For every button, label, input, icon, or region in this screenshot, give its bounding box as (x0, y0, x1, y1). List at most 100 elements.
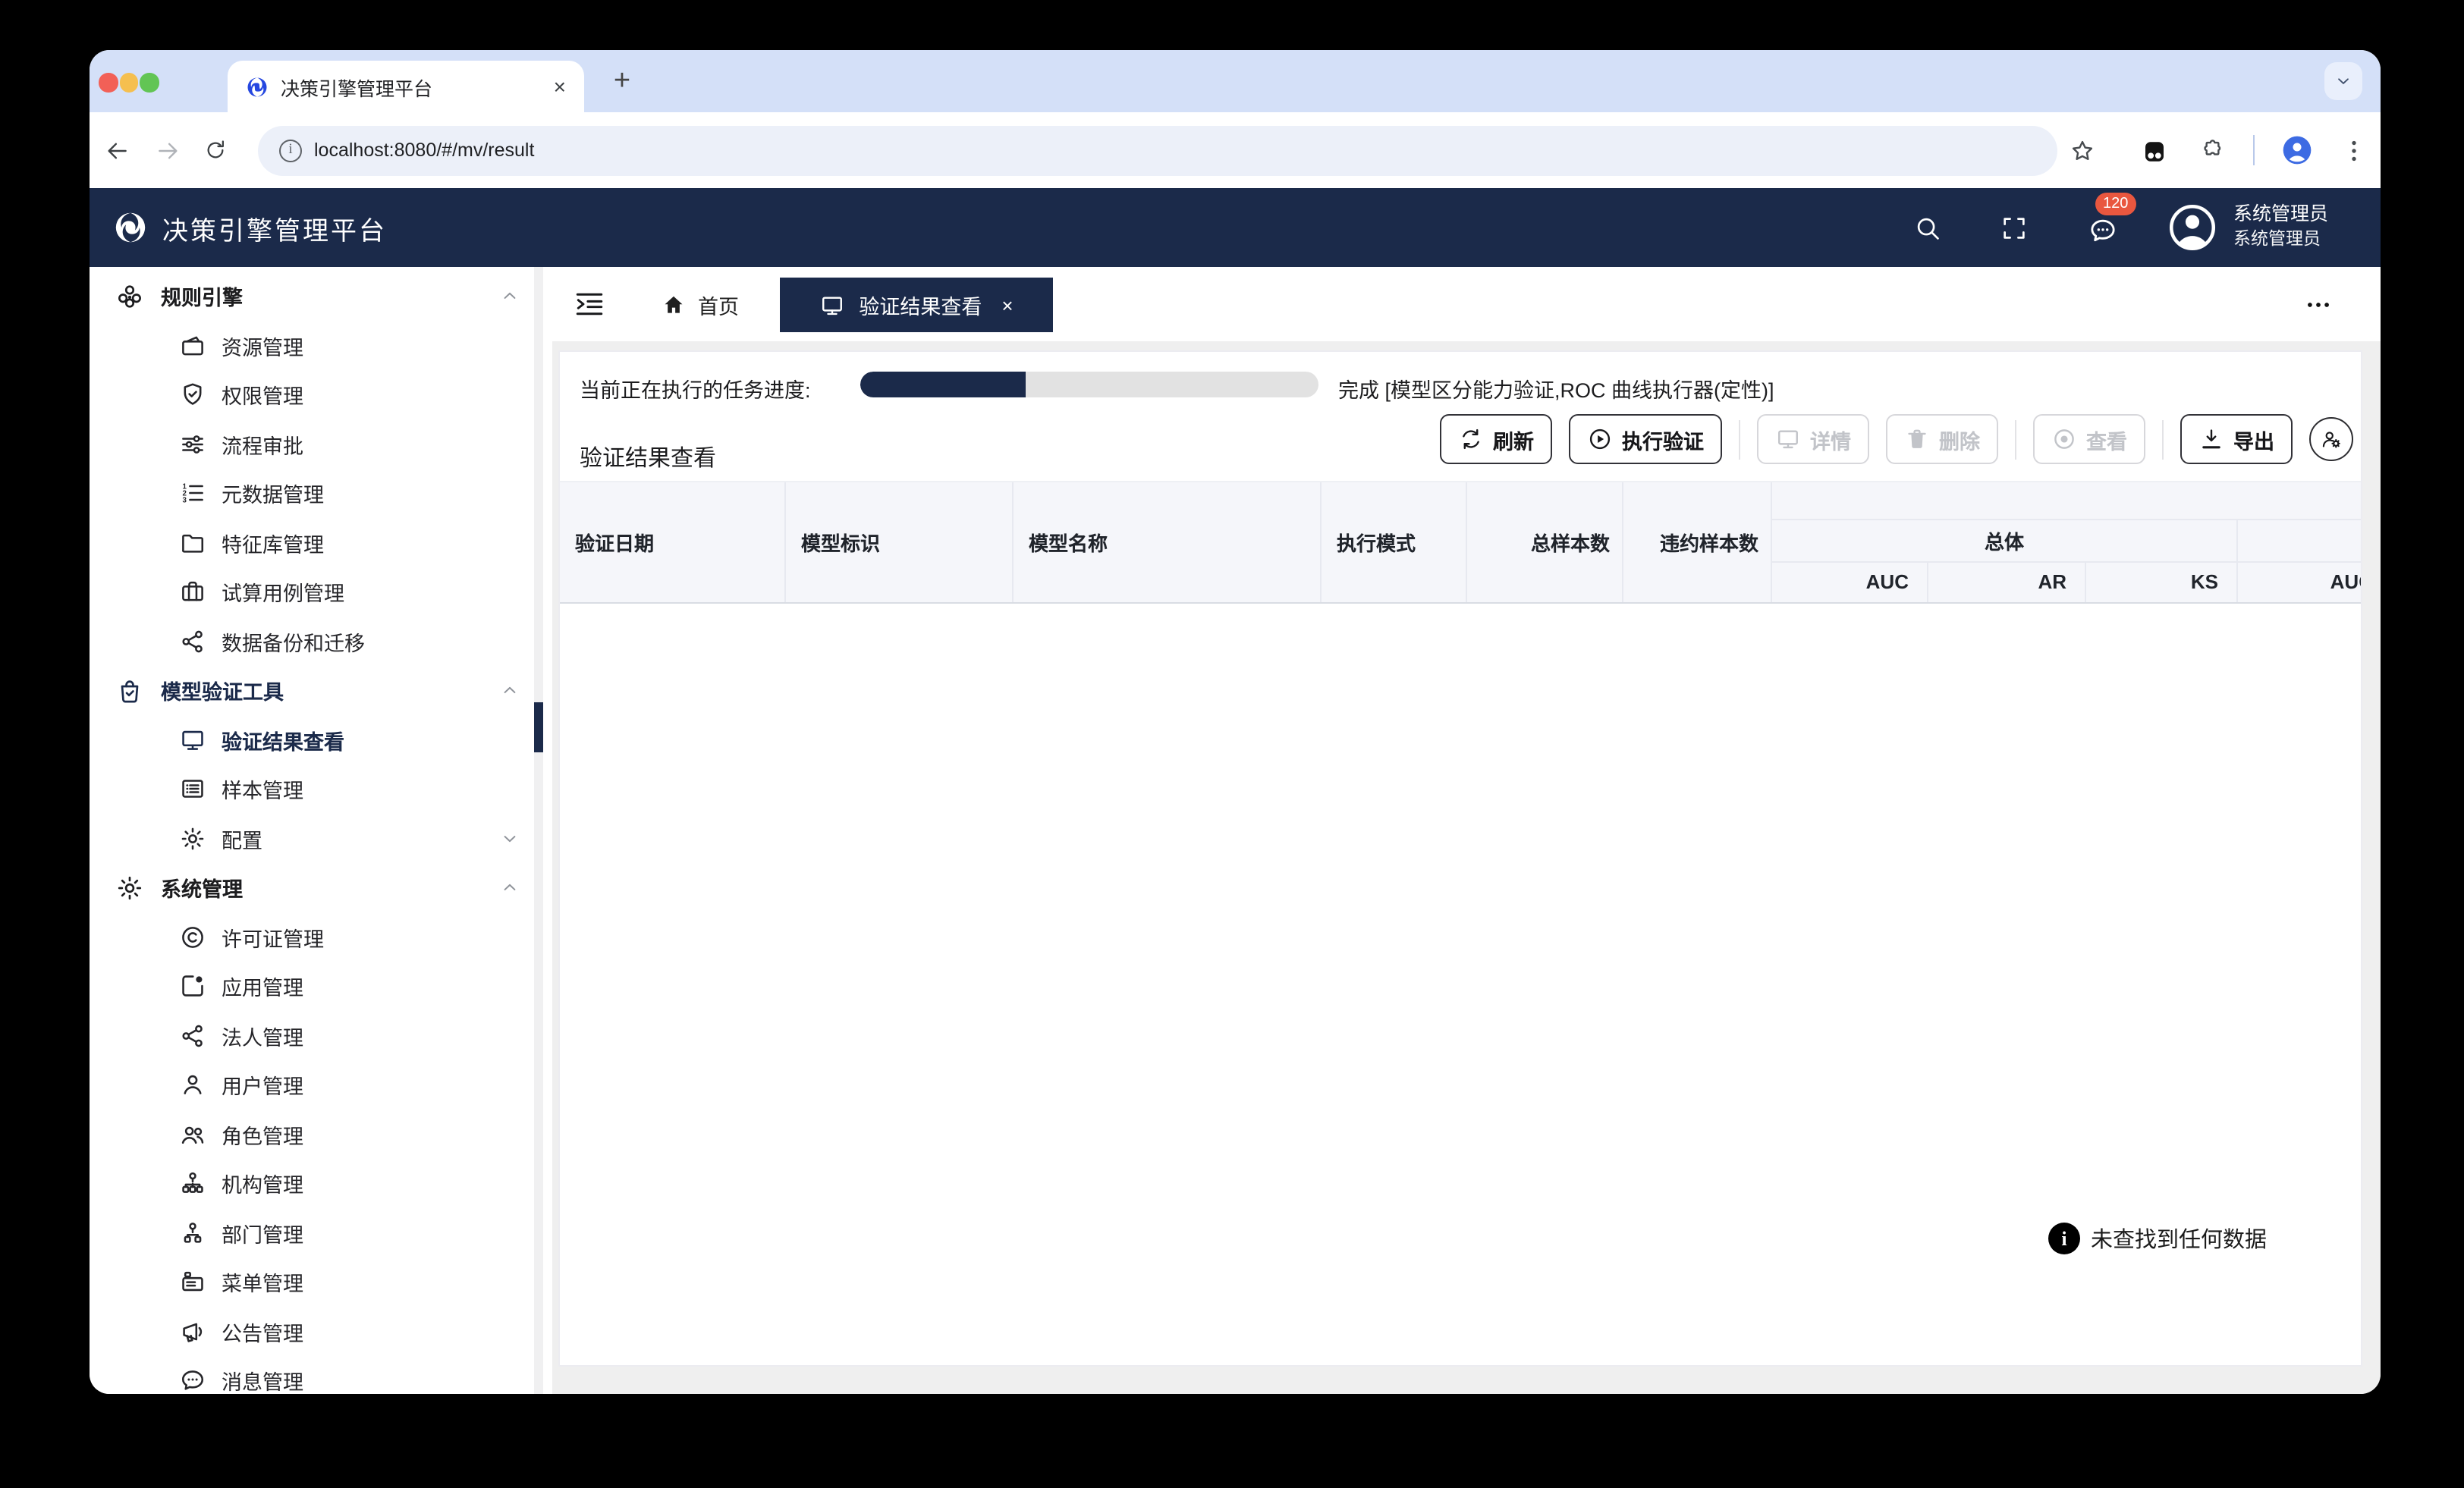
user-icon (179, 1072, 206, 1099)
sidebar-item[interactable]: 试算用例管理 (90, 567, 552, 617)
toolbar-button[interactable]: 删除 (1886, 414, 1998, 464)
toolbar-button[interactable]: 查看 (2033, 414, 2145, 464)
sidebar-item[interactable]: 特征库管理 (90, 518, 552, 567)
tab-close-icon[interactable]: × (1001, 294, 1013, 316)
sidebar-item[interactable]: 应用管理 (90, 962, 552, 1011)
toolbar-button[interactable]: 执行验证 (1569, 414, 1722, 464)
chevron-up-icon[interactable] (499, 680, 520, 702)
play-icon (1587, 426, 1613, 452)
tab-search-button[interactable] (2324, 62, 2362, 100)
fullscreen-icon[interactable] (2000, 213, 2029, 242)
browser-menu-kebab-icon[interactable] (2341, 137, 2367, 163)
bookmark-star-icon[interactable] (2070, 137, 2095, 163)
sidebar-item[interactable]: 角色管理 (90, 1110, 552, 1159)
chevron-up-icon[interactable] (499, 286, 520, 307)
sidebar-collapse-icon[interactable] (574, 288, 605, 320)
monitor-icon (819, 292, 845, 318)
sidebar-item[interactable]: 样本管理 (90, 764, 552, 814)
sidebar-item[interactable]: 数据备份和迁移 (90, 617, 552, 666)
user-avatar[interactable] (2167, 202, 2218, 253)
tab-active[interactable]: 验证结果查看 × (780, 278, 1053, 332)
tab-home-label: 首页 (698, 290, 739, 320)
sidebar-item-label: 消息管理 (222, 1366, 303, 1395)
sidebar-item[interactable]: 部门管理 (90, 1208, 552, 1257)
sidebar-group-item[interactable]: 规则引擎 (90, 272, 552, 321)
cluster-icon (115, 282, 144, 311)
sidebar-item[interactable]: 法人管理 (90, 1011, 552, 1060)
share-icon (179, 628, 206, 655)
sidebar-item[interactable]: 许可证管理 (90, 912, 552, 962)
sidebar-item[interactable]: 123元数据管理 (90, 469, 552, 518)
search-icon[interactable] (1913, 213, 1942, 242)
column-settings-button[interactable] (2309, 417, 2353, 461)
sidebar-item[interactable]: 消息管理 (90, 1356, 552, 1394)
share-icon (179, 1022, 206, 1050)
traffic-minimize-button[interactable] (119, 73, 138, 92)
user-info[interactable]: 系统管理员 系统管理员 (2233, 202, 2328, 253)
site-info-icon[interactable]: i (279, 139, 302, 162)
sidebar-scrollbar-track[interactable] (533, 267, 543, 1394)
toolbar-button-label: 查看 (2086, 424, 2127, 454)
ordered-list-icon: 123 (179, 480, 206, 507)
chevron-up-icon[interactable] (499, 877, 520, 899)
sidebar-group-item[interactable]: 模型验证工具 (90, 666, 552, 715)
tab-overflow-kebab-icon[interactable] (2305, 291, 2332, 319)
progress-fill (860, 372, 1025, 397)
sidebar-group-label: 系统管理 (161, 873, 243, 903)
message-count-badge: 120 (2095, 193, 2136, 215)
devtools-extension-icon[interactable] (2141, 137, 2168, 165)
toolbar-button-label: 删除 (1939, 424, 1980, 454)
sidebar-item-label: 机构管理 (222, 1169, 303, 1199)
chevron-down-icon[interactable] (499, 828, 520, 849)
home-icon (662, 293, 686, 317)
progress-bar (860, 372, 1318, 397)
reload-button[interactable] (203, 137, 228, 162)
sidebar-item[interactable]: 菜单管理 (90, 1257, 552, 1307)
url-text: localhost:8080/#/mv/result (314, 140, 534, 161)
messages-icon[interactable] (2088, 215, 2118, 246)
sidebar-group-item[interactable]: 系统管理 (90, 863, 552, 912)
browser-profile-avatar[interactable] (2280, 133, 2314, 167)
traffic-close-button[interactable] (99, 73, 118, 92)
sidebar-scrollbar-thumb[interactable] (533, 702, 543, 752)
sidebar-item[interactable]: 验证结果查看 (90, 715, 552, 764)
main-content: 当前正在执行的任务进度: 完成 [模型区分能力验证,ROC 曲线执行器(定性)]… (552, 341, 2381, 1394)
app-title: 决策引擎管理平台 (162, 209, 387, 247)
export-button[interactable]: 导出 (2180, 414, 2293, 464)
sidebar-item[interactable]: 公告管理 (90, 1307, 552, 1356)
extensions-puzzle-icon[interactable] (2200, 137, 2226, 163)
sidebar-item[interactable]: 权限管理 (90, 370, 552, 419)
app-icon (179, 973, 206, 1000)
sidebar-item[interactable]: 机构管理 (90, 1159, 552, 1208)
tab-home[interactable]: 首页 (649, 282, 751, 328)
sidebar-item-label: 部门管理 (222, 1218, 303, 1248)
sidebar-item[interactable]: 资源管理 (90, 321, 552, 370)
tab-close-icon[interactable]: × (554, 74, 566, 99)
divider (2162, 419, 2164, 459)
folder-icon (179, 529, 206, 557)
divider (2015, 419, 2016, 459)
traffic-zoom-button[interactable] (140, 73, 159, 92)
megaphone-icon (179, 1318, 206, 1345)
table-column-header: 总样本数 (1467, 482, 1623, 602)
sidebar-item-label: 流程审批 (222, 429, 303, 460)
table-column-header: 验证日期 (560, 482, 786, 602)
sidebar-item[interactable]: 流程审批 (90, 419, 552, 469)
toolbar-button-label: 导出 (2233, 424, 2274, 454)
toolbar-button[interactable]: 刷新 (1440, 414, 1552, 464)
browser-window: 决策引擎管理平台 × + i localhost:8080/#/mv/resul… (90, 50, 2381, 1394)
url-field[interactable]: i localhost:8080/#/mv/result (258, 125, 2057, 175)
new-tab-button[interactable]: + (602, 62, 642, 102)
sidebar-item-label: 许可证管理 (222, 922, 324, 953)
browser-tab-title: 决策引擎管理平台 (281, 72, 545, 101)
back-button[interactable] (105, 137, 130, 163)
toolbar-button[interactable]: 详情 (1757, 414, 1869, 464)
sidebar-item-label: 数据备份和迁移 (222, 626, 365, 657)
sidebar-item-label: 特征库管理 (222, 528, 324, 558)
browser-tabstrip: 决策引擎管理平台 × + (90, 50, 2381, 112)
sidebar-item[interactable]: 配置 (90, 814, 552, 863)
toolbar-button-label: 执行验证 (1622, 424, 1704, 454)
sidebar-item[interactable]: 用户管理 (90, 1060, 552, 1110)
forward-button[interactable] (155, 137, 181, 163)
browser-tab[interactable]: 决策引擎管理平台 × (228, 61, 584, 112)
